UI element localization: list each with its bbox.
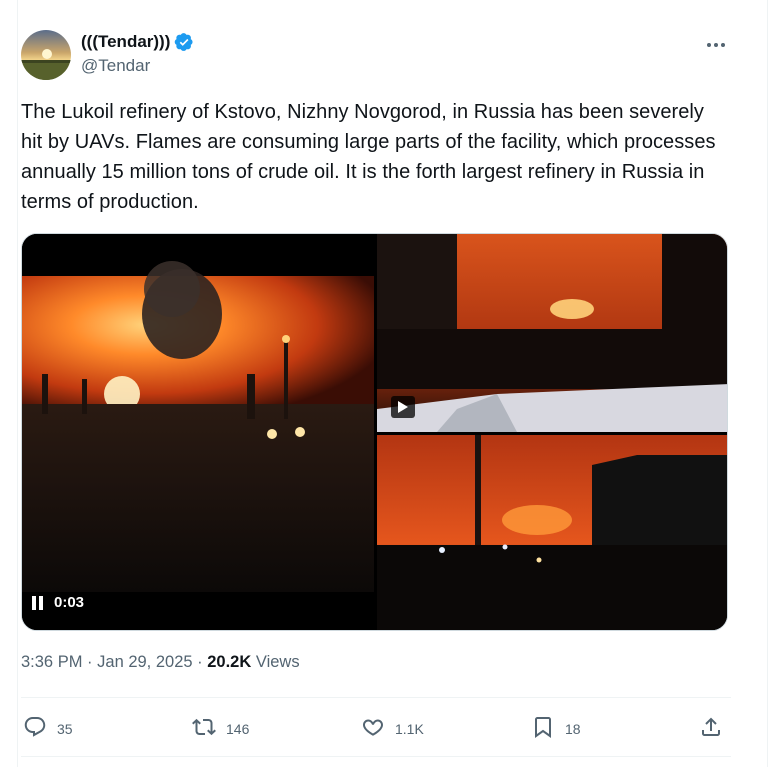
views-count: 20.2K — [207, 653, 252, 671]
media-grid: 0:03 — [21, 233, 728, 631]
reply-count: 35 — [57, 720, 73, 737]
bookmark-button[interactable]: 18 — [531, 715, 581, 742]
divider — [21, 697, 731, 698]
share-button[interactable] — [699, 715, 723, 742]
tweet-meta: 3:36 PM · Jan 29, 2025 · 20.2K Views — [21, 653, 300, 671]
more-horizontal-icon — [706, 35, 726, 53]
avatar[interactable] — [21, 30, 71, 80]
tweet-header: (((Tendar))) @Tendar — [21, 30, 731, 82]
media-image-2[interactable] — [377, 234, 727, 432]
verified-badge-icon — [174, 32, 194, 52]
bookmark-icon — [531, 715, 555, 742]
repost-count: 146 — [226, 720, 250, 737]
heart-icon — [361, 715, 385, 742]
more-options-button[interactable] — [701, 32, 731, 56]
bookmark-count: 18 — [565, 720, 581, 737]
repost-icon — [192, 715, 216, 742]
author-handle[interactable]: @Tendar — [81, 56, 194, 76]
media-image-3[interactable] — [377, 435, 727, 630]
pause-icon[interactable] — [32, 595, 44, 610]
like-button[interactable]: 1.1K — [361, 715, 424, 742]
reply-icon — [23, 715, 47, 742]
display-name[interactable]: (((Tendar))) — [81, 32, 170, 52]
play-icon[interactable] — [391, 396, 415, 418]
reply-button[interactable]: 35 — [23, 715, 73, 742]
repost-button[interactable]: 146 — [192, 715, 249, 742]
share-icon — [699, 715, 723, 742]
video-controls: 0:03 — [32, 594, 84, 611]
action-bar: 35 146 1.1K 18 — [21, 700, 731, 754]
tweet-time[interactable]: 3:36 PM — [21, 653, 82, 671]
divider — [21, 756, 731, 757]
like-count: 1.1K — [395, 720, 424, 737]
views-label: Views — [255, 653, 300, 671]
video-player[interactable]: 0:03 — [22, 234, 374, 630]
author-names: (((Tendar))) @Tendar — [81, 32, 194, 76]
tweet-date[interactable]: Jan 29, 2025 — [97, 653, 192, 671]
tweet-text: The Lukoil refinery of Kstovo, Nizhny No… — [21, 101, 716, 213]
video-time: 0:03 — [54, 594, 85, 611]
